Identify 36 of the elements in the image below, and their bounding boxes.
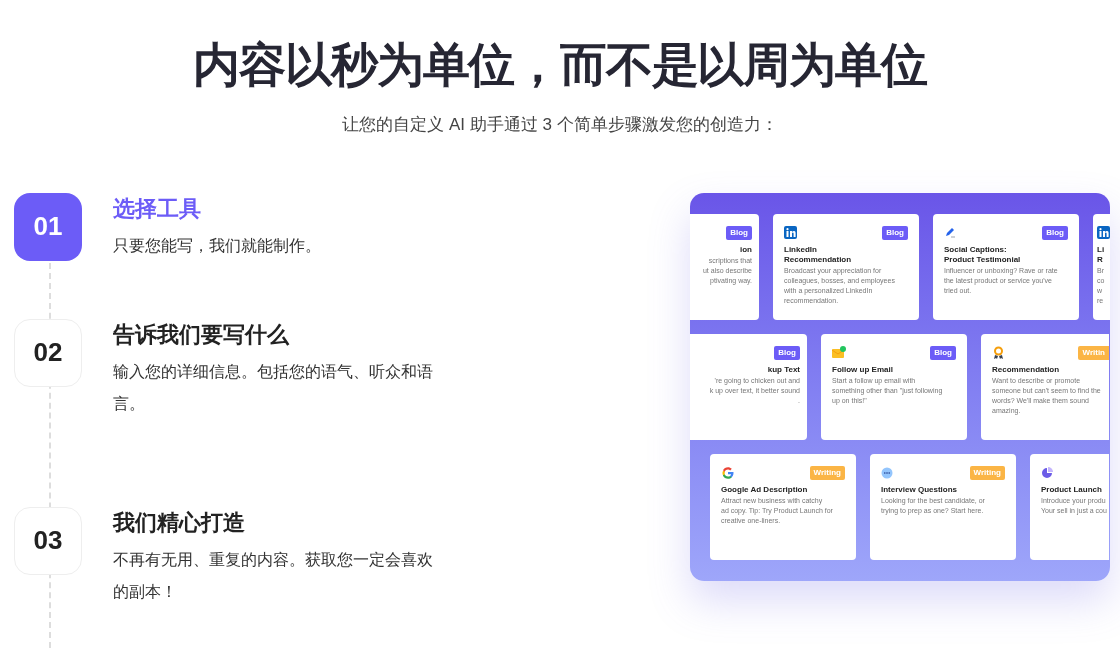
- step-title: 选择工具: [113, 194, 202, 223]
- card-title: Follow up Email: [832, 364, 894, 375]
- step-number: 02: [14, 318, 82, 387]
- category-tag: Blog: [882, 225, 908, 240]
- category-tag: Writing: [969, 465, 1005, 480]
- card-title: ion: [739, 244, 752, 255]
- category-tag: Blog: [774, 345, 800, 360]
- step-description: 只要您能写，我们就能制作。: [113, 235, 322, 256]
- card-title: Social Captions: Product Testimonial: [944, 244, 1022, 265]
- card-title: Product Launch: [1041, 484, 1103, 495]
- step-number: 01: [14, 192, 82, 261]
- step-description: 不再有无用、重复的内容。获取您一定会喜欢的副本！: [113, 549, 434, 602]
- card-title: LinkedIn Recommendation: [784, 244, 853, 265]
- chat-bubble-icon: [881, 466, 893, 479]
- pen-icon: [944, 226, 957, 239]
- step-number: 03: [14, 506, 82, 575]
- medal-icon: [992, 345, 1005, 360]
- card-title: Recommendation: [992, 364, 1061, 375]
- page-heading: 内容以秒为单位，而不是以周为单位: [193, 37, 927, 93]
- category-tag: Blog: [726, 225, 752, 240]
- linkedin-icon: [784, 226, 797, 239]
- category-tag: Blog: [930, 345, 956, 360]
- category-tag: Writin: [1078, 345, 1109, 360]
- category-tag: Blog: [1042, 225, 1068, 240]
- step-description: 输入您的详细信息。包括您的语气、听众和语言。: [113, 361, 434, 414]
- envelope-icon: [832, 346, 846, 359]
- google-g-icon: [721, 465, 735, 480]
- step-title: 我们精心打造: [113, 508, 246, 537]
- step-title: 告诉我们要写什么: [113, 320, 290, 349]
- card-title: Li R: [1097, 244, 1106, 265]
- card-title: Google Ad Description: [721, 484, 809, 495]
- card-title: Interview Questions: [881, 484, 959, 495]
- card-title: kup Text: [766, 364, 800, 375]
- subtitle: 让您的自定义 AI 助手通过 3 个简单步骤激发您的创造力：: [342, 114, 778, 136]
- category-tag: Writing: [809, 465, 845, 480]
- pie-chart-icon: [1041, 466, 1053, 479]
